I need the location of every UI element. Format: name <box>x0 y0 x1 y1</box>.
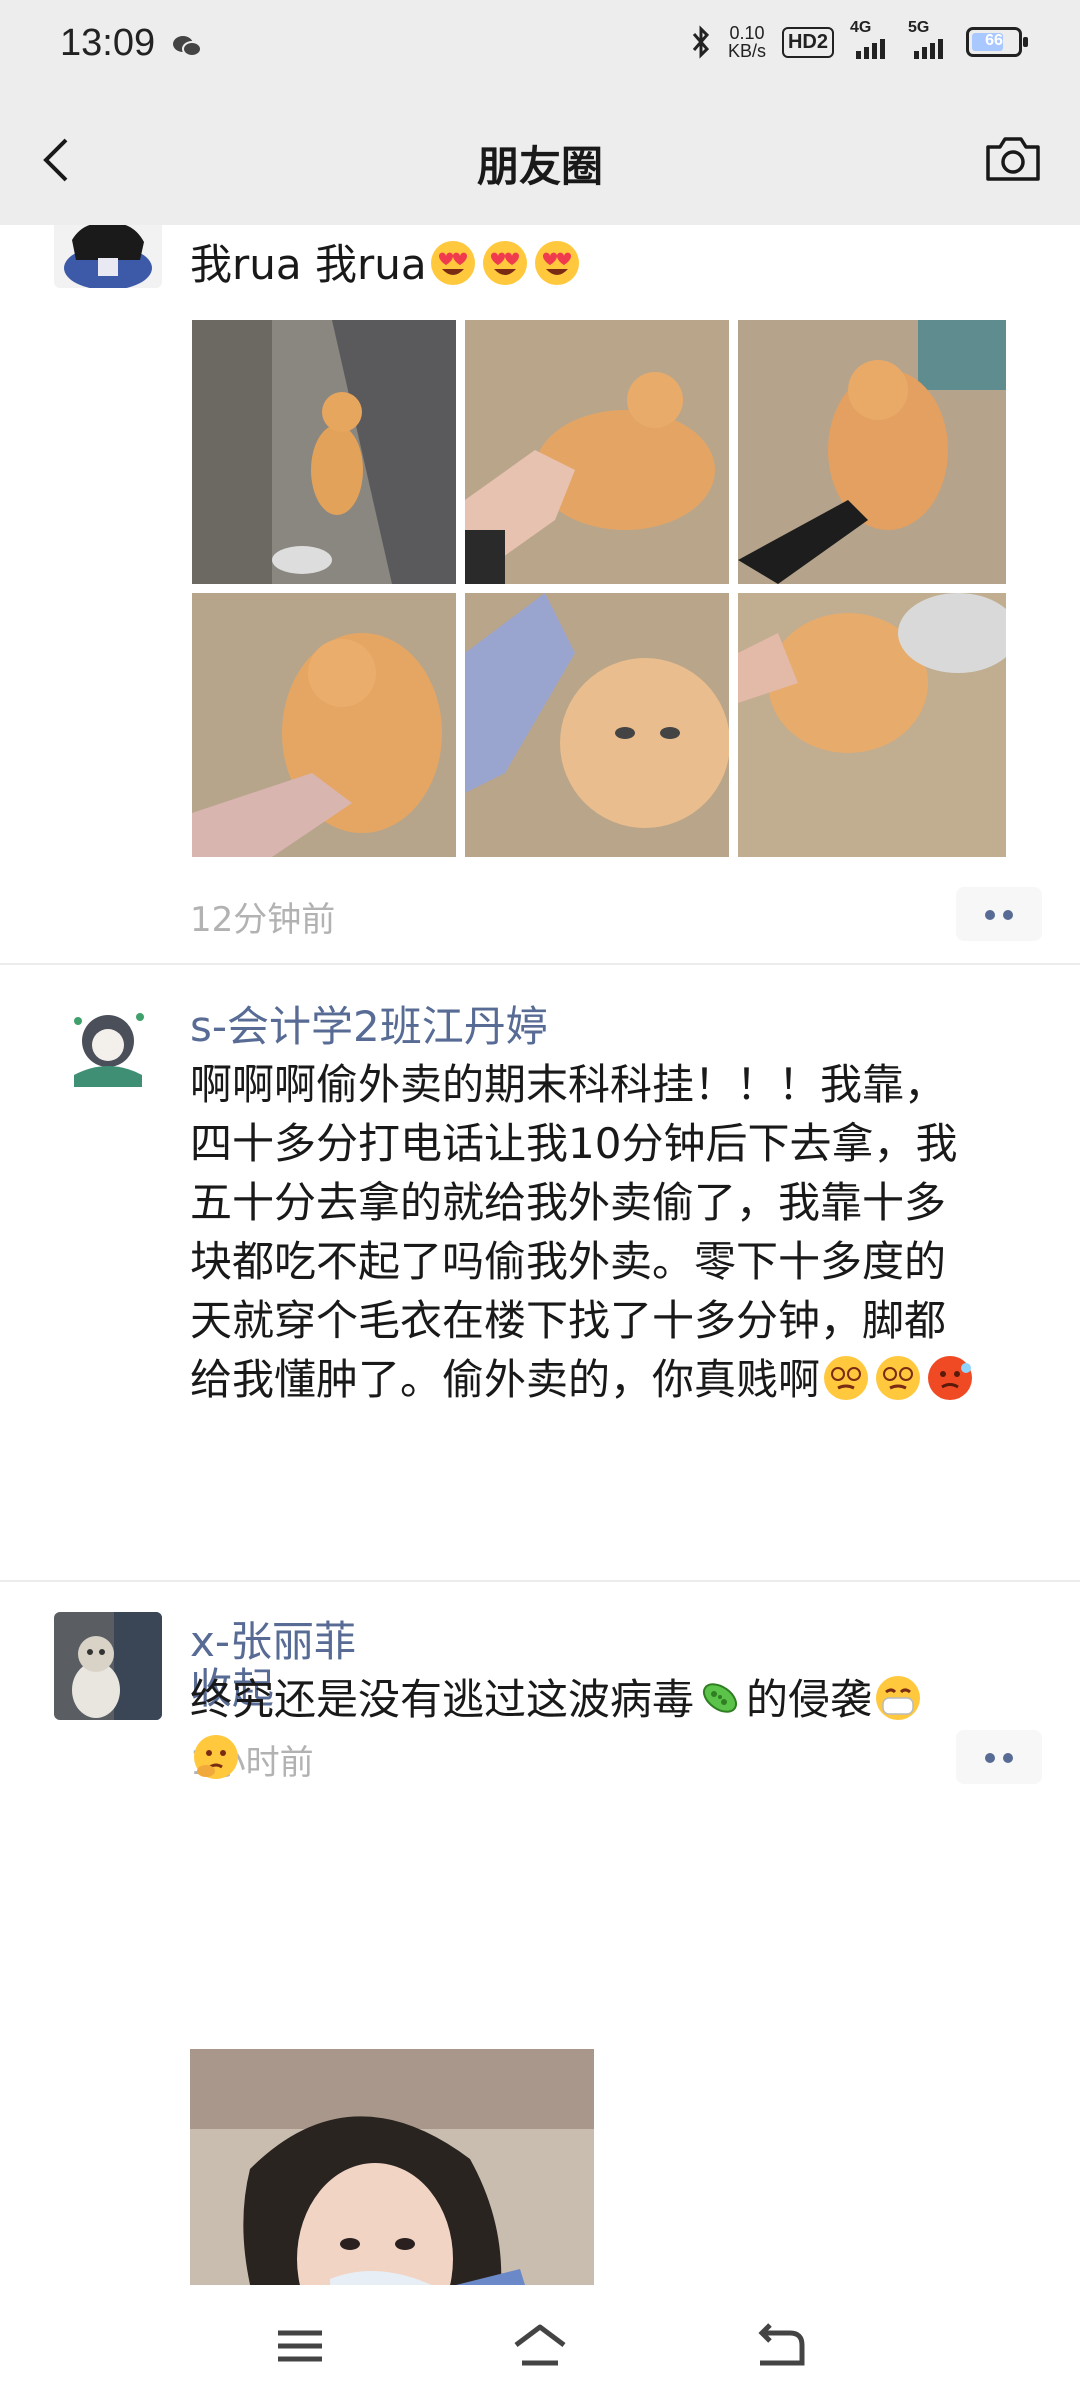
signal-4g-label: 4G <box>850 19 872 36</box>
hd-voice-badge: HD2 <box>781 26 834 58</box>
status-time: 13:09 <box>60 22 156 64</box>
menu-icon[interactable] <box>270 2321 330 2371</box>
post-text: 我rua 我rua <box>190 235 1040 294</box>
cat-photo-6[interactable] <box>738 593 1006 857</box>
post-text-part: 的侵袭 <box>746 1675 873 1724</box>
post-text-line: 块都吃不起了吗偷我外卖。零下十多度的 <box>190 1237 947 1286</box>
thinking-sad-face-emoji-icon <box>194 1735 238 1779</box>
cat-photo-1[interactable] <box>192 320 456 584</box>
post-text-line-content: 给我懂肿了。偷外卖的，你真贱啊 <box>190 1355 821 1404</box>
signal-4g-icon: 4G <box>850 19 892 59</box>
home-icon[interactable] <box>510 2321 570 2371</box>
post-text-line: 天就穿个毛衣在楼下找了十多分钟，脚都 <box>190 1296 947 1345</box>
post-text-line: 五十分去拿的就给我外卖偷了，我靠十多 <box>190 1178 947 1227</box>
moments-feed[interactable]: 我rua 我rua 12分钟前 s-会计学2班江丹婷 啊啊啊偷外卖的期末科科挂！… <box>0 225 1080 2285</box>
system-navigation-bar <box>0 2285 1080 2404</box>
selfie-photo[interactable] <box>190 2049 594 2285</box>
post-text-content: 我rua 我rua <box>190 240 427 289</box>
battery-level: 66 <box>985 32 1003 49</box>
network-speed-unit: KB/s <box>727 41 766 61</box>
post-text-line: 啊啊啊偷外卖的期末科科挂！！！我靠， <box>190 1060 947 1109</box>
post-divider <box>0 1580 1080 1582</box>
post-text: 终究还是没有逃过这波病毒 的侵袭 <box>190 1670 1040 1788</box>
microbe-emoji-icon <box>702 1683 738 1713</box>
battery-icon: 66 <box>966 27 1028 57</box>
cat-photo-2[interactable] <box>465 320 729 584</box>
signal-5g-icon: 5G <box>908 19 950 59</box>
heart-eyes-emoji-icon <box>482 241 527 285</box>
cat-photo-4[interactable] <box>192 593 456 857</box>
post-text-line: 四十多分打电话让我10分钟后下去拿，我 <box>190 1119 958 1168</box>
signal-5g-label: 5G <box>908 19 930 36</box>
status-icons: 0.10 KB/s HD2 4G 5G 66 <box>690 19 1028 60</box>
page-title: 朋友圈 <box>476 142 603 191</box>
hot-face-emoji-icon <box>928 1356 973 1400</box>
heart-eyes-emoji-icon <box>430 241 475 285</box>
post-time: 12分钟前 <box>190 900 336 940</box>
wechat-notification-icon <box>173 36 202 57</box>
author-name[interactable]: s-会计学2班江丹婷 <box>190 993 548 1054</box>
woozy-face-emoji-icon <box>824 1356 869 1400</box>
network-speed: 0.10 KB/s <box>728 24 766 60</box>
cat-photo-3[interactable] <box>738 320 1006 584</box>
woozy-face-emoji-icon <box>876 1356 921 1400</box>
face-with-mask-emoji-icon <box>876 1676 921 1720</box>
post-text-part: 终究还是没有逃过这波病毒 <box>190 1675 695 1724</box>
network-speed-value: 0.10 <box>729 23 765 43</box>
post-divider <box>0 963 1080 965</box>
more-actions-button[interactable] <box>956 887 1042 941</box>
camera-icon[interactable] <box>982 131 1044 187</box>
status-bar: 13:09 0.10 KB/s HD2 4G 5G 66 <box>0 0 1080 95</box>
avatar[interactable] <box>54 1612 162 1720</box>
bluetooth-icon <box>692 25 710 59</box>
avatar[interactable] <box>54 991 162 1099</box>
avatar[interactable] <box>54 225 162 288</box>
post-text: 啊啊啊偷外卖的期末科科挂！！！我靠， 四十多分打电话让我10分钟后下去拿，我 五… <box>190 1055 1040 1409</box>
post-text-line-last: 给我懂肿了。偷外卖的，你真贱啊 <box>190 1350 1040 1409</box>
heart-eyes-emoji-icon <box>534 241 579 285</box>
cat-photo-5[interactable] <box>465 593 729 857</box>
author-name[interactable]: x-张丽菲 <box>190 1608 356 1669</box>
back-icon[interactable] <box>750 2321 810 2371</box>
top-nav-bar: 朋友圈 <box>0 95 1080 225</box>
